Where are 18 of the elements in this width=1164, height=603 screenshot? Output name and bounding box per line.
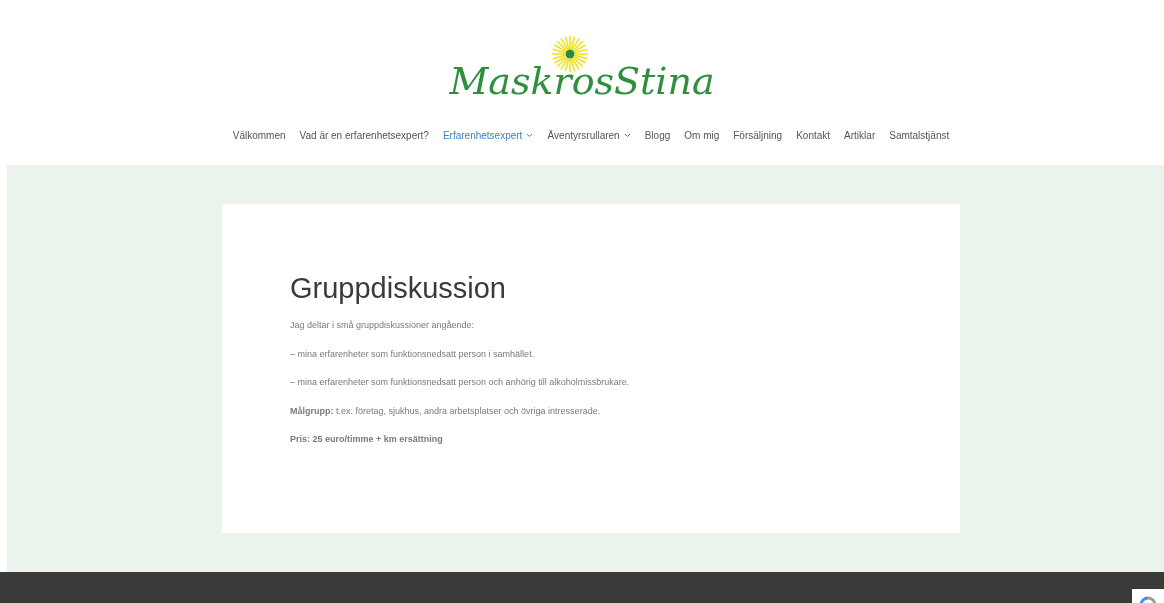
paragraph: Målgrupp: t.ex. företag, sjukhus, andra arbetsplatser och övriga intresserade.: [290, 404, 602, 418]
nav-link[interactable]: Samtalstjänst: [889, 128, 950, 143]
nav-link[interactable]: Äventyrsrullaren: [547, 128, 631, 143]
nav-link[interactable]: Blogg: [644, 128, 671, 143]
site-logo[interactable]: MaskrosStina: [449, 62, 715, 100]
chevron-down-icon: [526, 133, 534, 138]
nav-link[interactable]: Kontakt: [796, 128, 831, 143]
paragraph: – mina erfarenheter som funktionsnedsatt person och anhörig till alkoholmissbrukare.: [290, 376, 631, 389]
nav-link[interactable]: Om mig: [684, 128, 720, 143]
nav-link[interactable]: Artiklar: [844, 128, 876, 143]
paragraph: Pris: 25 euro/timme + km ersättning: [290, 433, 444, 446]
nav-link[interactable]: Välkommen: [232, 128, 286, 143]
paragraph: – mina erfarenheter som funktionsnedsatt person i samhället.: [290, 347, 536, 361]
nav-link[interactable]: Vad är en erfarenhetsexpert?: [299, 128, 429, 143]
nav-link[interactable]: Försäljning: [733, 128, 783, 143]
chevron-down-icon: [623, 133, 631, 138]
page-title: Gruppdiskussion: [290, 274, 507, 303]
nav-link[interactable]: Erfarenhetsexpert: [442, 128, 534, 143]
